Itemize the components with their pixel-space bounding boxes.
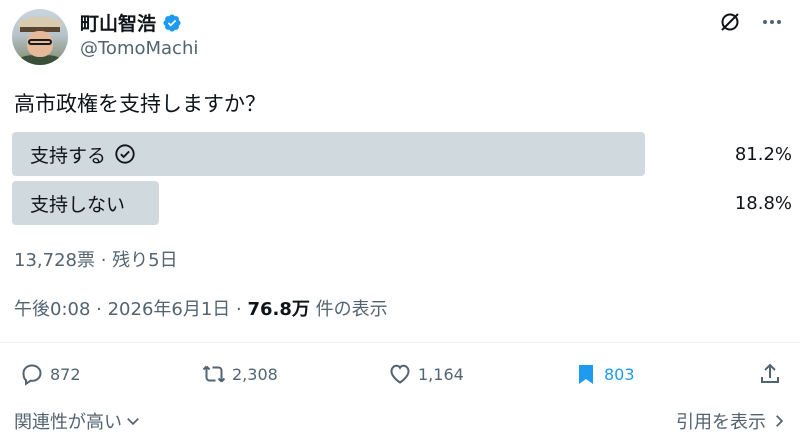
poll-option-label: 支持しない	[30, 193, 126, 216]
verified-badge-icon	[163, 13, 181, 32]
share-button[interactable]	[758, 362, 782, 386]
sort-label: 関連性が高い	[14, 412, 122, 433]
share-icon	[761, 363, 779, 383]
selected-check-icon	[115, 144, 135, 164]
bookmark-count: 803	[604, 364, 635, 384]
view-count: 76.8万	[247, 299, 310, 320]
repost-button[interactable]: 2,308	[202, 362, 278, 386]
view-quotes-link[interactable]: 引用を表示	[676, 408, 786, 434]
like-button[interactable]: 1,164	[388, 362, 464, 386]
bookmark-button[interactable]: 803	[574, 362, 635, 386]
poll-percent: 18.8%	[734, 192, 792, 214]
poll-vote-count: 13,728票 · 残り5日	[14, 250, 178, 271]
avatar[interactable]	[12, 9, 68, 65]
sort-replies-dropdown[interactable]: 関連性が高い	[14, 408, 140, 434]
like-count: 1,164	[418, 364, 464, 384]
view-quotes-label: 引用を表示	[676, 412, 766, 433]
chevron-down-icon	[127, 418, 139, 426]
repost-count: 2,308	[232, 364, 278, 384]
bookmark-filled-icon	[579, 365, 593, 384]
display-name[interactable]: 町山智浩	[80, 9, 156, 36]
reply-icon	[22, 364, 42, 386]
divider	[0, 342, 800, 343]
reply-button[interactable]: 872	[20, 362, 81, 386]
poll-option-support: 支持する 81.2%	[12, 132, 792, 176]
poll-percent: 81.2%	[734, 143, 792, 165]
post-timestamp[interactable]: 午後0:08 · 2026年6月1日 ·	[14, 299, 247, 320]
repost-icon	[202, 365, 226, 383]
chevron-right-icon	[776, 415, 784, 427]
author-name-row[interactable]: 町山智浩	[80, 9, 182, 36]
poll-option-label: 支持する	[30, 144, 107, 167]
view-count-suffix: 件の表示	[309, 299, 388, 320]
heart-icon	[390, 364, 410, 384]
reply-count: 872	[50, 364, 81, 384]
post-meta: 午後0:08 · 2026年6月1日 · 76.8万 件の表示	[14, 295, 388, 321]
grok-icon[interactable]	[718, 10, 742, 34]
author-handle[interactable]: @TomoMachi	[80, 38, 198, 59]
poll-option-not-support: 支持しない 18.8%	[12, 181, 792, 225]
post-text: 高市政権を支持しますか？	[14, 92, 266, 116]
more-options-icon[interactable]	[760, 10, 784, 34]
